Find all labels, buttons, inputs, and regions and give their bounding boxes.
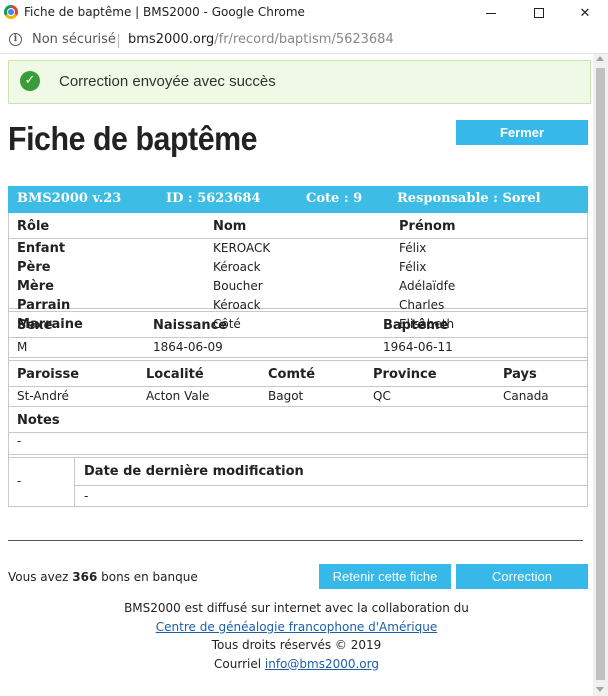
email-prefix: Courriel	[214, 656, 265, 671]
check-circle-icon: ✓	[20, 71, 40, 91]
column-header: Province	[373, 367, 437, 382]
modification-left-cell: -	[9, 458, 75, 506]
footer: BMS2000 est diffusé sur internet avec la…	[0, 599, 593, 673]
modification-table: - Date de dernière modification -	[8, 457, 588, 507]
close-icon: ✕	[579, 5, 591, 21]
role-cell: Enfant	[17, 241, 66, 256]
minimize-icon	[486, 12, 496, 14]
notes-table: Notes -	[8, 407, 588, 455]
record-header: BMS2000 v.23 ID : 5623684 Cote : 9 Respo…	[8, 186, 588, 213]
table-row: M 1864-06-09 1964-06-11	[9, 338, 587, 357]
scrollbar-thumb[interactable]	[596, 68, 605, 680]
modification-label: Date de dernière modification	[84, 464, 304, 479]
nom-cell: Kéroack	[213, 298, 261, 312]
comte-cell: Bagot	[268, 389, 304, 403]
column-header: Sexe	[17, 318, 53, 333]
maximize-button[interactable]	[516, 0, 562, 26]
column-header: Paroisse	[17, 367, 80, 382]
column-header: Naissance	[153, 318, 228, 333]
prenom-cell: Félix	[399, 241, 427, 255]
prenom-cell: Charles	[399, 298, 445, 312]
success-alert: ✓ Correction envoyée avec succès	[8, 60, 591, 104]
column-header: Nom	[213, 219, 247, 234]
column-header: Localité	[146, 367, 204, 382]
localite-cell: Acton Vale	[146, 389, 210, 403]
scroll-down-arrow-icon[interactable]	[596, 687, 604, 692]
address-bar[interactable]: i Non sécurisé bms2000.org/fr/record/bap…	[0, 26, 608, 54]
event-header: Sexe Naissance Baptême	[9, 312, 587, 338]
record-id: ID : 5623684	[166, 191, 261, 206]
bapteme-cell: 1964-06-11	[383, 340, 453, 354]
url-path: /fr/record/baptism/5623684	[214, 32, 394, 47]
paroisse-cell: St-André	[17, 389, 69, 403]
notes-body: -	[9, 433, 587, 452]
chrome-logo-icon	[4, 5, 18, 19]
keep-record-button[interactable]: Retenir cette fiche	[319, 564, 451, 589]
credits-suffix: bons en banque	[97, 570, 198, 584]
notes-header: Notes	[9, 407, 587, 433]
footer-line: BMS2000 est diffusé sur internet avec la…	[124, 601, 469, 615]
role-cell: Mère	[17, 279, 54, 294]
record-responsable: Responsable : Sorel	[397, 191, 541, 206]
column-header: Prénom	[399, 219, 456, 234]
table-row: Mère Boucher Adélaïdfe	[9, 277, 587, 296]
notes-label: Notes	[17, 413, 60, 428]
vertical-scrollbar[interactable]	[593, 54, 608, 696]
divider	[8, 540, 583, 541]
persons-table: Rôle Nom Prénom Enfant KEROACK Félix Pèr…	[8, 213, 588, 332]
record-cote: Cote : 9	[306, 191, 363, 206]
table-row: St-André Acton Vale Bagot QC Canada	[9, 387, 587, 406]
scroll-up-arrow-icon[interactable]	[596, 56, 604, 61]
place-header: Paroisse Localité Comté Province Pays	[9, 361, 587, 387]
credits-count: 366	[72, 570, 98, 584]
column-header: Baptême	[383, 318, 449, 333]
alert-message: Correction envoyée avec succès	[59, 73, 276, 90]
page-content: ✓ Correction envoyée avec succès Fiche d…	[0, 54, 593, 696]
modification-value: -	[84, 489, 89, 503]
minimize-button[interactable]	[468, 0, 514, 26]
column-header: Rôle	[17, 219, 50, 234]
notes-value: -	[17, 434, 22, 448]
url-host: bms2000.org	[128, 32, 215, 47]
province-cell: QC	[373, 389, 391, 403]
record-card: BMS2000 v.23 ID : 5623684 Cote : 9 Respo…	[8, 186, 588, 507]
maximize-icon	[534, 8, 544, 18]
close-window-button[interactable]: ✕	[562, 0, 608, 26]
modification-left-value: -	[17, 474, 22, 488]
nom-cell: Boucher	[213, 279, 263, 293]
naissance-cell: 1864-06-09	[153, 340, 223, 354]
correction-button[interactable]: Correction	[456, 564, 588, 589]
info-icon[interactable]: i	[9, 33, 22, 46]
pays-cell: Canada	[503, 389, 549, 403]
column-header: Comté	[268, 367, 316, 382]
window-titlebar: Fiche de baptême | BMS2000 - Google Chro…	[0, 0, 608, 26]
prenom-cell: Adélaïdfe	[399, 279, 456, 293]
modification-header: Date de dernière modification	[75, 458, 587, 486]
nom-cell: KEROACK	[213, 241, 271, 255]
event-table: Sexe Naissance Baptême M 1864-06-09 1964…	[8, 311, 588, 358]
page-title: Fiche de baptême	[8, 120, 258, 157]
email-link[interactable]: info@bms2000.org	[265, 657, 379, 671]
window-title: Fiche de baptême | BMS2000 - Google Chro…	[24, 5, 305, 19]
prenom-cell: Félix	[399, 260, 427, 274]
url-text[interactable]: bms2000.org/fr/record/baptism/5623684	[128, 32, 394, 47]
nom-cell: Kéroack	[213, 260, 261, 274]
address-separator	[118, 34, 119, 48]
credits-text: Vous avez 366 bons en banque	[8, 570, 198, 584]
table-row: Père Kéroack Félix	[9, 258, 587, 277]
role-cell: Père	[17, 260, 51, 275]
persons-header: Rôle Nom Prénom	[9, 213, 587, 239]
cgfa-link[interactable]: Centre de généalogie francophone d'Améri…	[156, 620, 437, 634]
copyright-text: Tous droits réservés © 2019	[211, 638, 382, 652]
place-table: Paroisse Localité Comté Province Pays St…	[8, 360, 588, 407]
record-version: BMS2000 v.23	[17, 191, 122, 206]
table-row: Enfant KEROACK Félix	[9, 239, 587, 258]
close-button[interactable]: Fermer	[456, 120, 588, 145]
column-header: Pays	[503, 367, 537, 382]
security-label[interactable]: Non sécurisé	[32, 32, 116, 47]
sexe-cell: M	[17, 340, 28, 354]
credits-prefix: Vous avez	[8, 570, 73, 584]
